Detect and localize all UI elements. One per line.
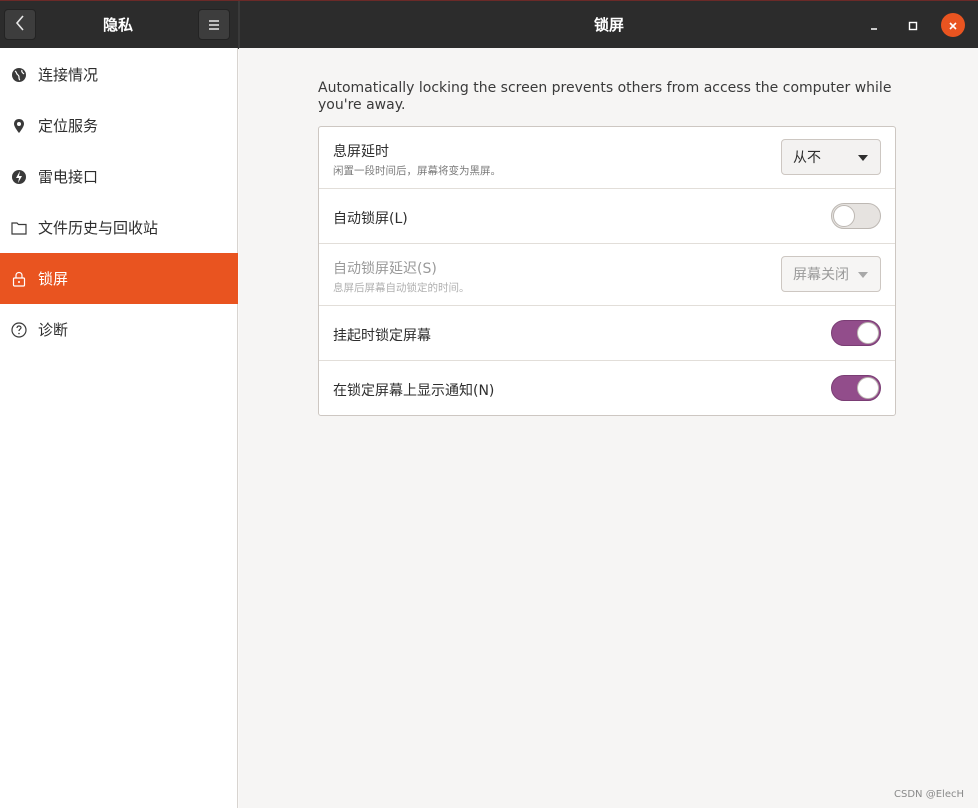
hamburger-menu-icon	[208, 15, 220, 34]
help-circle-icon	[10, 321, 28, 339]
main-content: Automatically locking the screen prevent…	[239, 48, 978, 808]
lock-on-suspend-row: 挂起时锁定屏幕	[319, 306, 895, 361]
row-title: 自动锁屏延迟(S)	[333, 261, 437, 277]
sidebar-item-thunderbolt[interactable]: 雷电接口	[0, 151, 238, 202]
close-button[interactable]	[941, 13, 965, 37]
blank-screen-delay-row: 息屏延时 闲置一段时间后，屏幕将变为黑屏。 从不	[319, 127, 895, 189]
row-title: 息屏延时	[333, 144, 389, 160]
row-title: 挂起时锁定屏幕	[333, 328, 431, 344]
sidebar-item-file-history[interactable]: 文件历史与回收站	[0, 202, 238, 253]
minimize-button[interactable]	[862, 13, 886, 37]
dropdown-arrow-icon	[858, 272, 868, 278]
row-title: 自动锁屏(L)	[333, 211, 408, 227]
maximize-icon	[908, 16, 918, 35]
chevron-left-icon	[15, 14, 25, 35]
panel-title: 隐私	[102, 16, 133, 34]
sidebar-item-connectivity[interactable]: 连接情况	[0, 49, 238, 100]
settings-list: 息屏延时 闲置一段时间后，屏幕将变为黑屏。 从不 自动锁屏(L) 自动锁屏延迟(…	[318, 126, 896, 416]
lock-icon	[10, 270, 28, 288]
lock-on-suspend-switch[interactable]	[831, 320, 881, 346]
dropdown-value: 屏幕关闭	[793, 267, 849, 283]
sidebar-item-location[interactable]: 定位服务	[0, 100, 238, 151]
close-icon	[948, 16, 958, 35]
menu-button[interactable]	[198, 9, 230, 40]
automatic-lock-delay-dropdown: 屏幕关闭	[781, 256, 881, 292]
sidebar-item-label: 诊断	[38, 321, 69, 339]
globe-icon	[10, 66, 28, 84]
page-description: Automatically locking the screen prevent…	[318, 80, 892, 113]
dropdown-arrow-icon	[858, 155, 868, 161]
maximize-button[interactable]	[901, 13, 925, 37]
switch-knob	[833, 205, 855, 227]
minimize-icon	[869, 16, 879, 35]
sidebar-item-screen-lock[interactable]: 锁屏	[0, 253, 238, 304]
sidebar-item-label: 锁屏	[38, 270, 69, 288]
row-title: 在锁定屏幕上显示通知(N)	[333, 383, 495, 399]
row-subtitle: 息屏后屏幕自动锁定的时间。	[333, 282, 470, 294]
sidebar: 连接情况 定位服务 雷电接口 文件历史与回收站 锁屏 诊断	[0, 48, 238, 808]
blank-screen-delay-dropdown[interactable]: 从不	[781, 139, 881, 175]
automatic-screen-lock-switch[interactable]	[831, 203, 881, 229]
sidebar-item-label: 文件历史与回收站	[38, 219, 159, 237]
switch-knob	[857, 377, 879, 399]
switch-knob	[857, 322, 879, 344]
lock-screen-notifications-switch[interactable]	[831, 375, 881, 401]
watermark: CSDN @ElecH	[894, 789, 964, 800]
folder-icon	[10, 219, 28, 237]
sidebar-item-label: 连接情况	[38, 66, 99, 84]
sidebar-item-label: 雷电接口	[38, 168, 99, 186]
header-bar: 隐私 锁屏	[0, 0, 978, 49]
back-button[interactable]	[4, 9, 36, 40]
thunderbolt-icon	[10, 168, 28, 186]
map-pin-icon	[10, 117, 28, 135]
automatic-screen-lock-row: 自动锁屏(L)	[319, 189, 895, 244]
sidebar-item-diagnostics[interactable]: 诊断	[0, 304, 238, 355]
row-subtitle: 闲置一段时间后，屏幕将变为黑屏。	[333, 165, 501, 177]
lock-screen-notifications-row: 在锁定屏幕上显示通知(N)	[319, 361, 895, 415]
automatic-lock-delay-row: 自动锁屏延迟(S) 息屏后屏幕自动锁定的时间。 屏幕关闭	[319, 244, 895, 306]
sidebar-item-label: 定位服务	[38, 117, 99, 135]
dropdown-value: 从不	[793, 150, 821, 166]
